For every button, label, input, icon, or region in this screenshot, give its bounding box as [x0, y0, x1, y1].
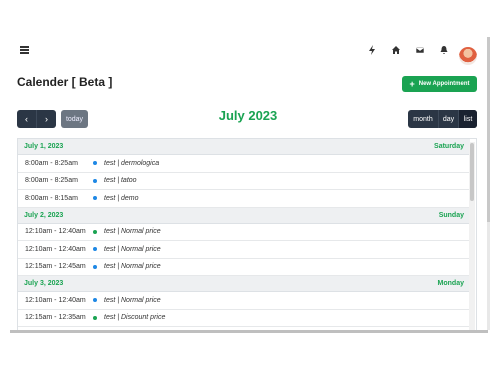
event-dot-icon	[93, 247, 97, 252]
list-scrollbar-thumb[interactable]	[470, 143, 474, 201]
event-title[interactable]: test | dermologica	[104, 160, 159, 167]
avatar[interactable]	[459, 47, 477, 65]
new-appointment-button[interactable]: + New Appointment	[402, 76, 477, 92]
new-appointment-label: New Appointment	[418, 81, 470, 87]
day-date[interactable]: July 1, 2023	[24, 143, 63, 150]
view-day-button[interactable]: day	[438, 110, 458, 128]
bottom-divider	[10, 330, 488, 333]
day-weekday[interactable]: Saturday	[434, 143, 464, 150]
event-row[interactable]: 12:10am - 12:40am test | Normal price	[18, 224, 470, 241]
event-row[interactable]: 8:00am - 8:15am test | demo	[18, 190, 470, 208]
day-date[interactable]: July 3, 2023	[24, 280, 63, 287]
event-title[interactable]: test | Normal price	[104, 228, 161, 235]
event-dot-icon	[93, 264, 97, 269]
event-title[interactable]: test | Normal price	[104, 263, 161, 270]
day-header: July 1, 2023 Saturday	[18, 139, 470, 155]
event-time: 12:15am - 12:45am	[25, 263, 86, 271]
event-row[interactable]: 12:15am - 12:35am test | Discount price	[18, 310, 470, 327]
top-icons	[10, 43, 488, 65]
view-list-button[interactable]: list	[458, 110, 477, 128]
event-list: July 1, 2023 Saturday 8:00am - 8:25am test …	[17, 138, 477, 331]
event-dot-icon	[93, 161, 97, 166]
event-title[interactable]: test | Normal price	[104, 297, 161, 304]
event-dot-icon	[93, 178, 97, 183]
view-month-button[interactable]: month	[408, 110, 438, 128]
prev-next-group: ‹ ›	[17, 110, 56, 128]
event-time: 8:00am - 8:15am	[25, 194, 78, 202]
plus-icon: +	[409, 78, 415, 89]
event-dot-icon	[93, 196, 97, 201]
day-weekday[interactable]: Sunday	[439, 212, 464, 219]
event-title[interactable]: test | Normal price	[104, 246, 161, 253]
day-date[interactable]: July 2, 2023	[24, 212, 63, 219]
event-dot-icon	[93, 229, 97, 234]
view-switcher: month day list	[408, 110, 477, 128]
event-time: 8:00am - 8:25am	[25, 159, 78, 167]
home-icon[interactable]	[389, 43, 403, 57]
top-bar	[10, 37, 488, 65]
next-button[interactable]: ›	[37, 110, 56, 128]
prev-button[interactable]: ‹	[17, 110, 37, 128]
event-dot-icon	[93, 298, 97, 303]
event-row[interactable]: 12:10am - 12:40am test | Normal price	[18, 241, 470, 259]
event-row[interactable]: 12:10am - 12:40am test | Normal price	[18, 292, 470, 310]
day-weekday[interactable]: Monday	[438, 280, 464, 287]
day-header: July 2, 2023 Sunday	[18, 207, 470, 224]
event-time: 12:10am - 12:40am	[25, 296, 86, 304]
event-time: 12:10am - 12:40am	[25, 245, 86, 253]
event-title[interactable]: test | demo	[104, 195, 139, 202]
event-row[interactable]: 8:00am - 8:25am test | tatoo	[18, 173, 470, 190]
calendar-title: July 2023	[218, 108, 278, 123]
event-time: 12:15am - 12:35am	[25, 314, 86, 322]
event-row[interactable]: 12:15am - 12:45am test | Normal price	[18, 259, 470, 276]
day-header: July 3, 2023 Monday	[18, 276, 470, 292]
event-time: 12:10am - 12:40am	[25, 228, 86, 236]
page-title: Calender [ Beta ]	[17, 75, 113, 89]
bolt-icon[interactable]	[365, 43, 379, 57]
event-row[interactable]: 8:00am - 8:25am test | dermologica	[18, 155, 470, 173]
page-scrollbar[interactable]	[487, 37, 490, 330]
event-title[interactable]: test | tatoo	[104, 177, 137, 184]
event-dot-icon	[93, 315, 97, 320]
bell-icon[interactable]	[437, 43, 451, 57]
today-button[interactable]: today	[61, 110, 88, 128]
mail-icon[interactable]	[413, 43, 427, 57]
event-title[interactable]: test | Discount price	[104, 314, 165, 321]
event-time: 8:00am - 8:25am	[25, 177, 78, 185]
event-list-inner: July 1, 2023 Saturday 8:00am - 8:25am test …	[18, 139, 470, 327]
page-scrollbar-thumb[interactable]	[487, 37, 490, 222]
